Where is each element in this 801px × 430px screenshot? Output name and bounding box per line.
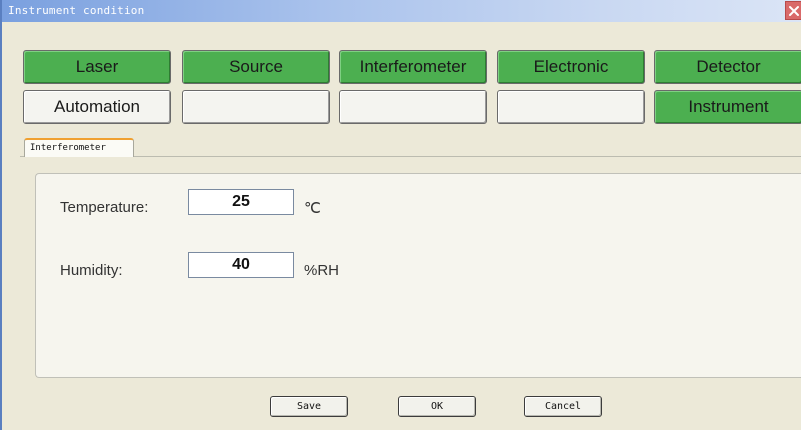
tile-automation[interactable]: Automation (23, 90, 171, 124)
tile-instrument[interactable]: Instrument (654, 90, 801, 124)
tile-empty-1[interactable] (182, 90, 330, 124)
tab-strip-divider (20, 156, 801, 157)
save-button-label: Save (296, 401, 322, 412)
humidity-field[interactable]: 40 (188, 252, 294, 278)
tile-laser-label: Laser (75, 57, 119, 76)
cancel-button-label: Cancel (544, 401, 582, 412)
tile-interferometer[interactable]: Interferometer (339, 50, 487, 84)
temperature-unit: ℃ (304, 200, 321, 217)
instrument-condition-dialog: Instrument condition Laser Source Interf… (0, 0, 801, 430)
humidity-unit: %RH (304, 262, 340, 279)
humidity-label: Humidity: (60, 262, 123, 279)
close-button[interactable] (785, 1, 801, 20)
tile-electronic-label: Electronic (533, 57, 609, 76)
tile-detector[interactable]: Detector (654, 50, 801, 84)
tile-source-label: Source (229, 57, 283, 76)
close-icon (789, 5, 799, 16)
title-bar[interactable]: Instrument condition (2, 0, 801, 22)
temperature-field[interactable]: 25 (188, 189, 294, 215)
temperature-label: Temperature: (60, 199, 149, 216)
save-button[interactable]: Save (270, 396, 348, 417)
cancel-button[interactable]: Cancel (524, 396, 602, 417)
tile-empty-3[interactable] (497, 90, 645, 124)
tile-empty-2[interactable] (339, 90, 487, 124)
tile-source[interactable]: Source (182, 50, 330, 84)
ok-button[interactable]: OK (398, 396, 476, 417)
tile-interferometer-label: Interferometer (359, 57, 467, 76)
settings-panel (35, 173, 801, 378)
tile-electronic[interactable]: Electronic (497, 50, 645, 84)
tile-instrument-label: Instrument (688, 97, 769, 116)
tile-automation-label: Automation (54, 97, 140, 116)
ok-button-label: OK (430, 401, 444, 412)
tile-laser[interactable]: Laser (23, 50, 171, 84)
tab-interferometer[interactable]: Interferometer (24, 138, 134, 157)
window-title: Instrument condition (8, 4, 145, 17)
tile-detector-label: Detector (696, 57, 761, 76)
